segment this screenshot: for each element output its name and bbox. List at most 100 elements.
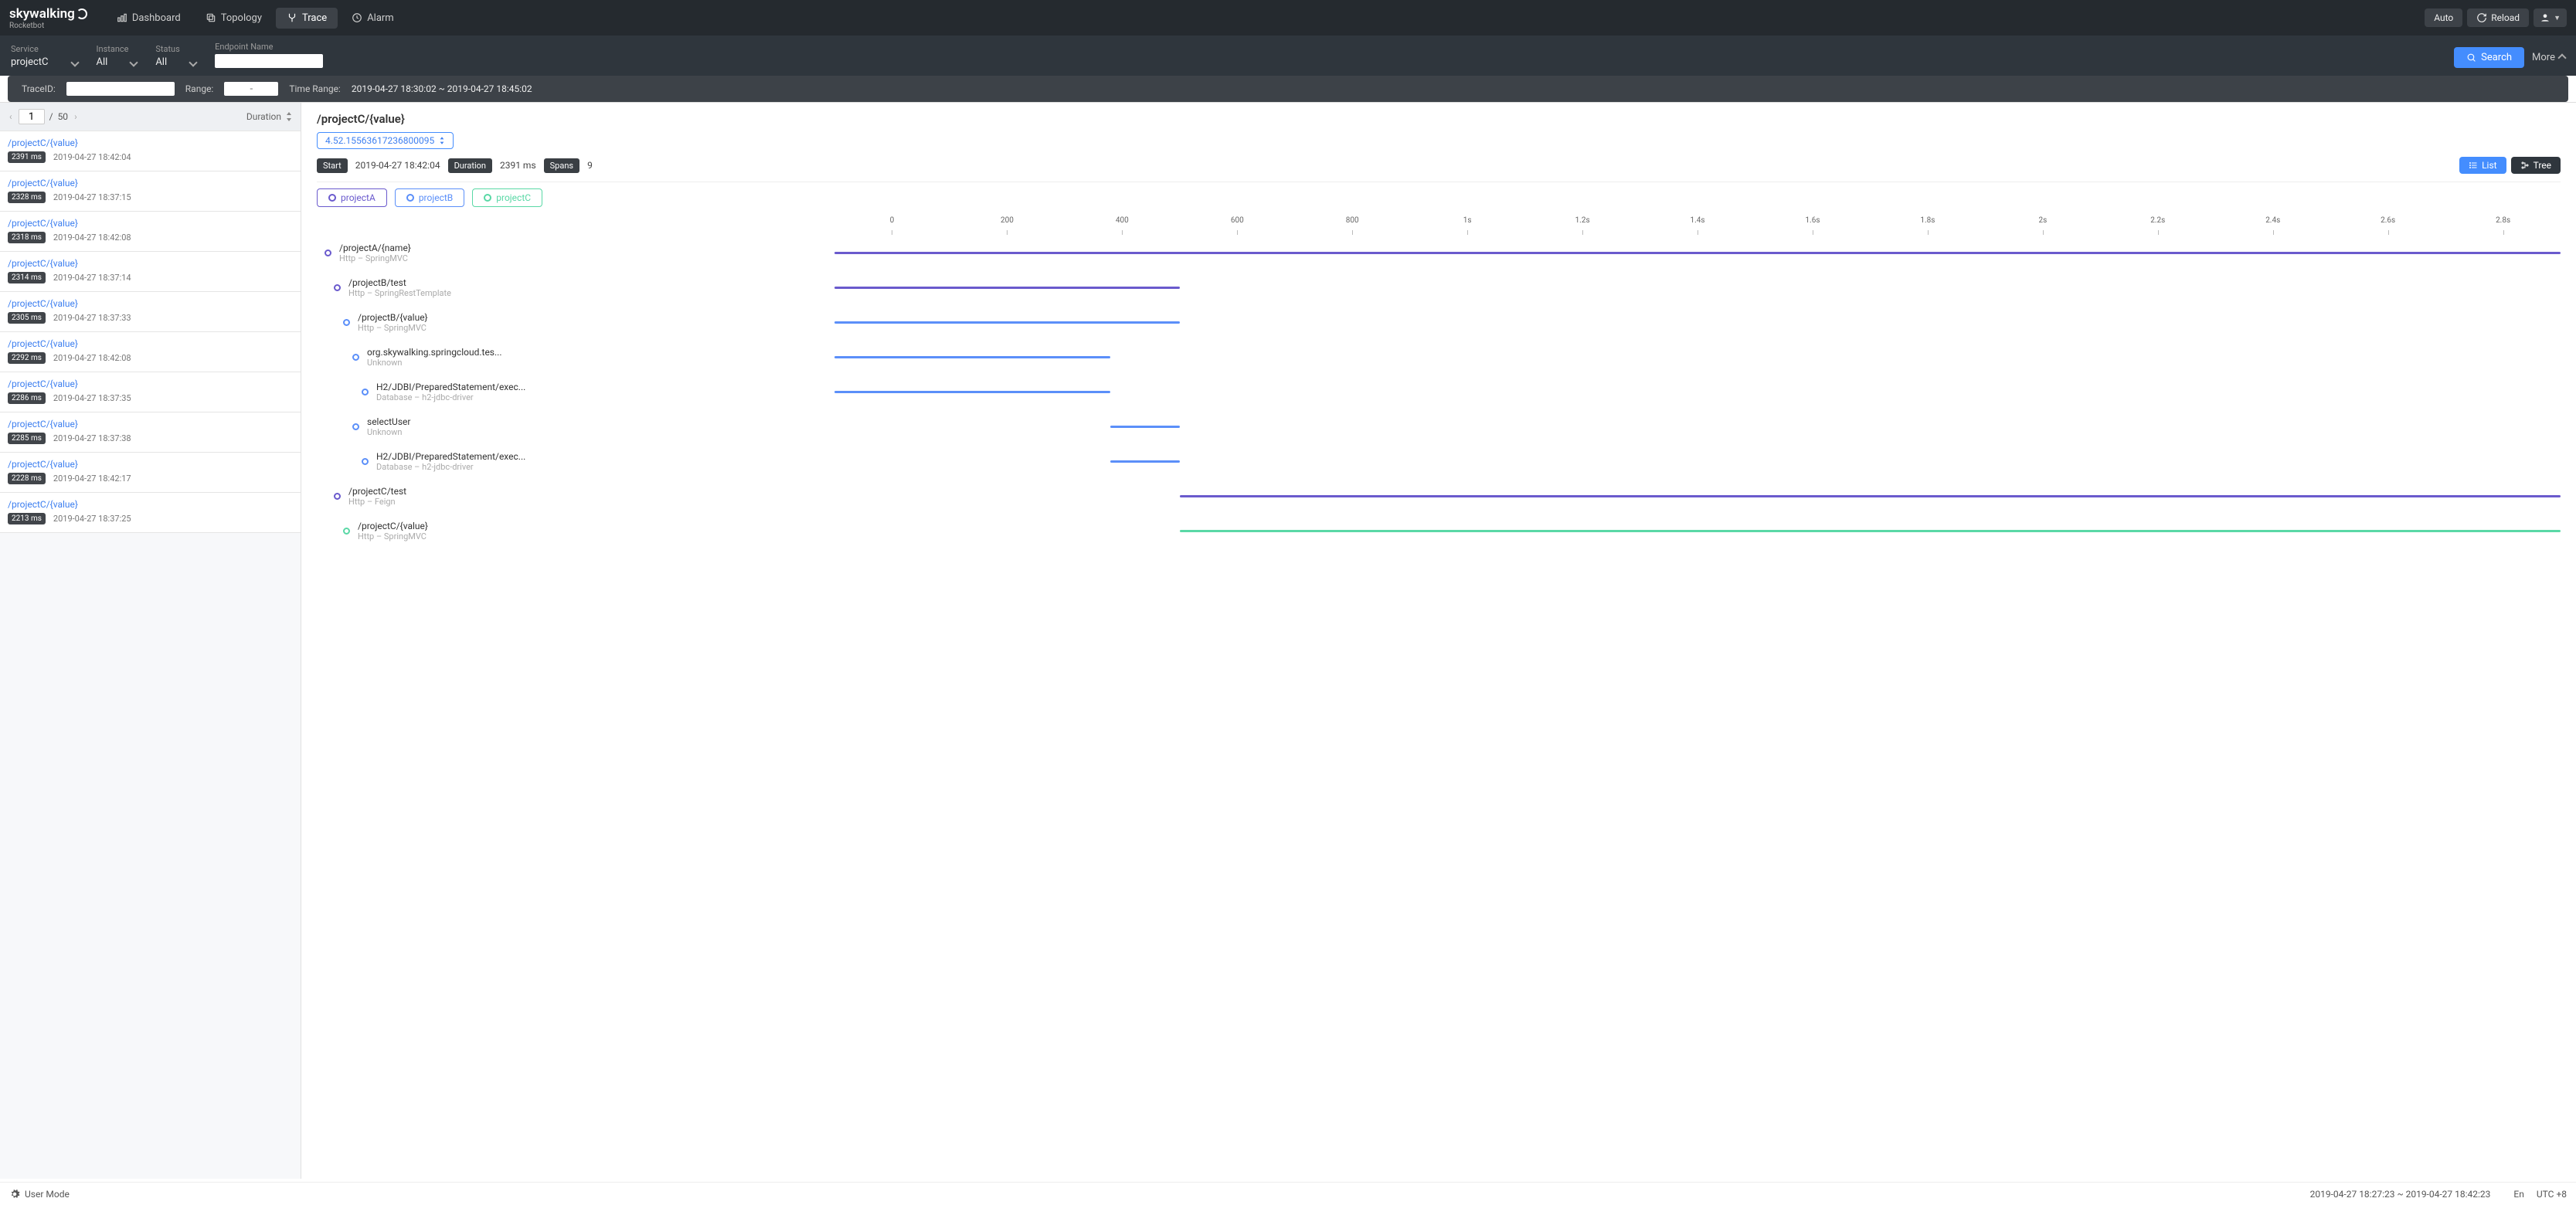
sort-toggle[interactable]: Duration: [246, 111, 293, 122]
range-input[interactable]: [224, 82, 278, 96]
span-component: Database – h2-jdbc-driver: [376, 392, 525, 402]
span-component: Http – Feign: [348, 497, 406, 507]
trace-id-select[interactable]: 4.52.15563617236800095: [317, 132, 454, 149]
trace-time: 2019-04-27 18:37:15: [53, 192, 131, 202]
footer-lang[interactable]: En: [2513, 1189, 2523, 1200]
page-input[interactable]: [19, 109, 45, 124]
trace-item[interactable]: /projectC/{value}2328 ms2019-04-27 18:37…: [0, 171, 301, 212]
filter-status[interactable]: Status All: [155, 44, 196, 68]
span-name: /projectA/{name}: [339, 243, 411, 253]
top-bar: skywalking Rocketbot DashboardTopologyTr…: [0, 0, 2576, 36]
span-row[interactable]: /projectB/{value}Http – SpringMVC: [317, 305, 2561, 340]
trace-item[interactable]: /projectC/{value}2318 ms2019-04-27 18:42…: [0, 212, 301, 252]
span-row[interactable]: H2/JDBI/PreparedStatement/exec...Databas…: [317, 444, 2561, 479]
trace-item[interactable]: /projectC/{value}2285 ms2019-04-27 18:37…: [0, 412, 301, 453]
axis-tick: 200: [950, 216, 1065, 225]
tree-icon: [2520, 161, 2530, 170]
next-page[interactable]: ›: [73, 111, 79, 122]
span-node-icon: [334, 493, 341, 500]
legend-projectC[interactable]: projectC: [472, 188, 542, 207]
span-component: Http – SpringMVC: [358, 323, 428, 333]
more-toggle[interactable]: More: [2532, 52, 2565, 63]
trace-list-body: /projectC/{value}2391 ms2019-04-27 18:42…: [0, 131, 301, 1179]
legend-projectA[interactable]: projectA: [317, 188, 387, 207]
trace-endpoint: /projectC/{value}: [8, 258, 293, 269]
endpoint-input[interactable]: [215, 54, 323, 68]
spans-chip: Spans: [544, 158, 579, 173]
span-bar-area: [834, 321, 2561, 324]
span-bar-area: [834, 391, 2561, 394]
chevron-down-icon: [130, 58, 138, 66]
span-row[interactable]: /projectC/{value}Http – SpringMVC: [317, 514, 2561, 548]
span-component: Unknown: [367, 358, 502, 368]
span-bar: [834, 252, 2561, 254]
trace-item[interactable]: /projectC/{value}2213 ms2019-04-27 18:37…: [0, 493, 301, 533]
span-bar-area: [834, 426, 2561, 429]
trace-endpoint: /projectC/{value}: [8, 137, 293, 148]
filter-service[interactable]: Service projectC: [11, 44, 78, 68]
search-icon: [2466, 53, 2476, 63]
trace-list: ‹ / 50 › Duration /projectC/{value}2391 …: [0, 103, 301, 1179]
list-view-button[interactable]: List: [2459, 157, 2506, 174]
traceid-input[interactable]: [66, 82, 175, 96]
legend-label: projectA: [341, 192, 376, 203]
chevron-down-icon: [189, 58, 197, 66]
trace-item[interactable]: /projectC/{value}2391 ms2019-04-27 18:42…: [0, 131, 301, 171]
nav-dashboard[interactable]: Dashboard: [106, 8, 192, 29]
main: ‹ / 50 › Duration /projectC/{value}2391 …: [0, 102, 2576, 1179]
span-row[interactable]: /projectC/testHttp – Feign: [317, 479, 2561, 514]
span-component: Http – SpringMVC: [339, 253, 411, 263]
footer-tz[interactable]: UTC +8: [2537, 1189, 2567, 1200]
tree-view-button[interactable]: Tree: [2511, 157, 2561, 174]
trace-endpoint: /projectC/{value}: [8, 499, 293, 510]
span-row[interactable]: H2/JDBI/PreparedStatement/exec...Databas…: [317, 375, 2561, 409]
span-row[interactable]: org.skywalking.springcloud.tes...Unknown: [317, 340, 2561, 375]
span-row[interactable]: selectUserUnknown: [317, 409, 2561, 444]
filter-instance[interactable]: Instance All: [97, 44, 138, 68]
span-component: Unknown: [367, 427, 410, 437]
trace-item[interactable]: /projectC/{value}2314 ms2019-04-27 18:37…: [0, 252, 301, 292]
prev-page[interactable]: ‹: [8, 111, 14, 122]
span-name: /projectB/test: [348, 277, 451, 288]
user-mode[interactable]: User Mode: [25, 1189, 70, 1200]
span-row[interactable]: /projectA/{name}Http – SpringMVC: [317, 236, 2561, 270]
spans-value: 9: [587, 160, 593, 171]
span-node-icon: [343, 319, 350, 326]
time-range-label: Time Range:: [289, 83, 341, 94]
legend-projectB[interactable]: projectB: [395, 188, 464, 207]
auto-button[interactable]: Auto: [2425, 8, 2462, 27]
trace-item[interactable]: /projectC/{value}2286 ms2019-04-27 18:37…: [0, 372, 301, 412]
user-icon: [2540, 12, 2551, 23]
trace-time: 2019-04-27 18:42:17: [53, 474, 131, 484]
span-name: /projectC/test: [348, 486, 406, 497]
nav-topology[interactable]: Topology: [195, 8, 273, 29]
logo-ring-icon: [76, 8, 87, 19]
gear-icon[interactable]: [9, 1189, 20, 1200]
span-bar: [1110, 426, 1179, 428]
axis-tick: 1.6s: [1755, 216, 1871, 225]
list-header: ‹ / 50 › Duration: [0, 103, 301, 131]
span-bar: [834, 321, 1180, 324]
timeline-axis: 02004006008001s1.2s1.4s1.6s1.8s2s2.2s2.4…: [834, 216, 2561, 225]
trace-item[interactable]: /projectC/{value}2292 ms2019-04-27 18:42…: [0, 332, 301, 372]
brand-name: skywalking: [9, 6, 75, 22]
footer-time-range[interactable]: 2019-04-27 18:27:23 ~ 2019-04-27 18:42:2…: [2310, 1189, 2491, 1200]
nav-alarm[interactable]: Alarm: [341, 8, 405, 29]
trace-item[interactable]: /projectC/{value}2228 ms2019-04-27 18:42…: [0, 453, 301, 493]
page-sep: /: [49, 111, 53, 122]
axis-tick: 1.4s: [1640, 216, 1755, 225]
nav-trace[interactable]: Trace: [276, 8, 338, 29]
trace-endpoint: /projectC/{value}: [8, 419, 293, 429]
range-label: Range:: [185, 83, 214, 94]
search-button[interactable]: Search: [2454, 47, 2524, 68]
time-range-value: 2019-04-27 18:30:02 ~ 2019-04-27 18:45:0…: [352, 83, 532, 94]
reload-button[interactable]: Reload: [2467, 8, 2529, 27]
nav-label: Dashboard: [132, 12, 181, 24]
span-bar-area: [834, 356, 2561, 359]
span-row[interactable]: /projectB/testHttp – SpringRestTemplate: [317, 270, 2561, 305]
axis-tick: 2.8s: [2445, 216, 2561, 225]
start-value: 2019-04-27 18:42:04: [355, 160, 440, 171]
user-menu[interactable]: ▼: [2534, 8, 2567, 27]
span-name: /projectC/{value}: [358, 521, 428, 531]
trace-item[interactable]: /projectC/{value}2305 ms2019-04-27 18:37…: [0, 292, 301, 332]
